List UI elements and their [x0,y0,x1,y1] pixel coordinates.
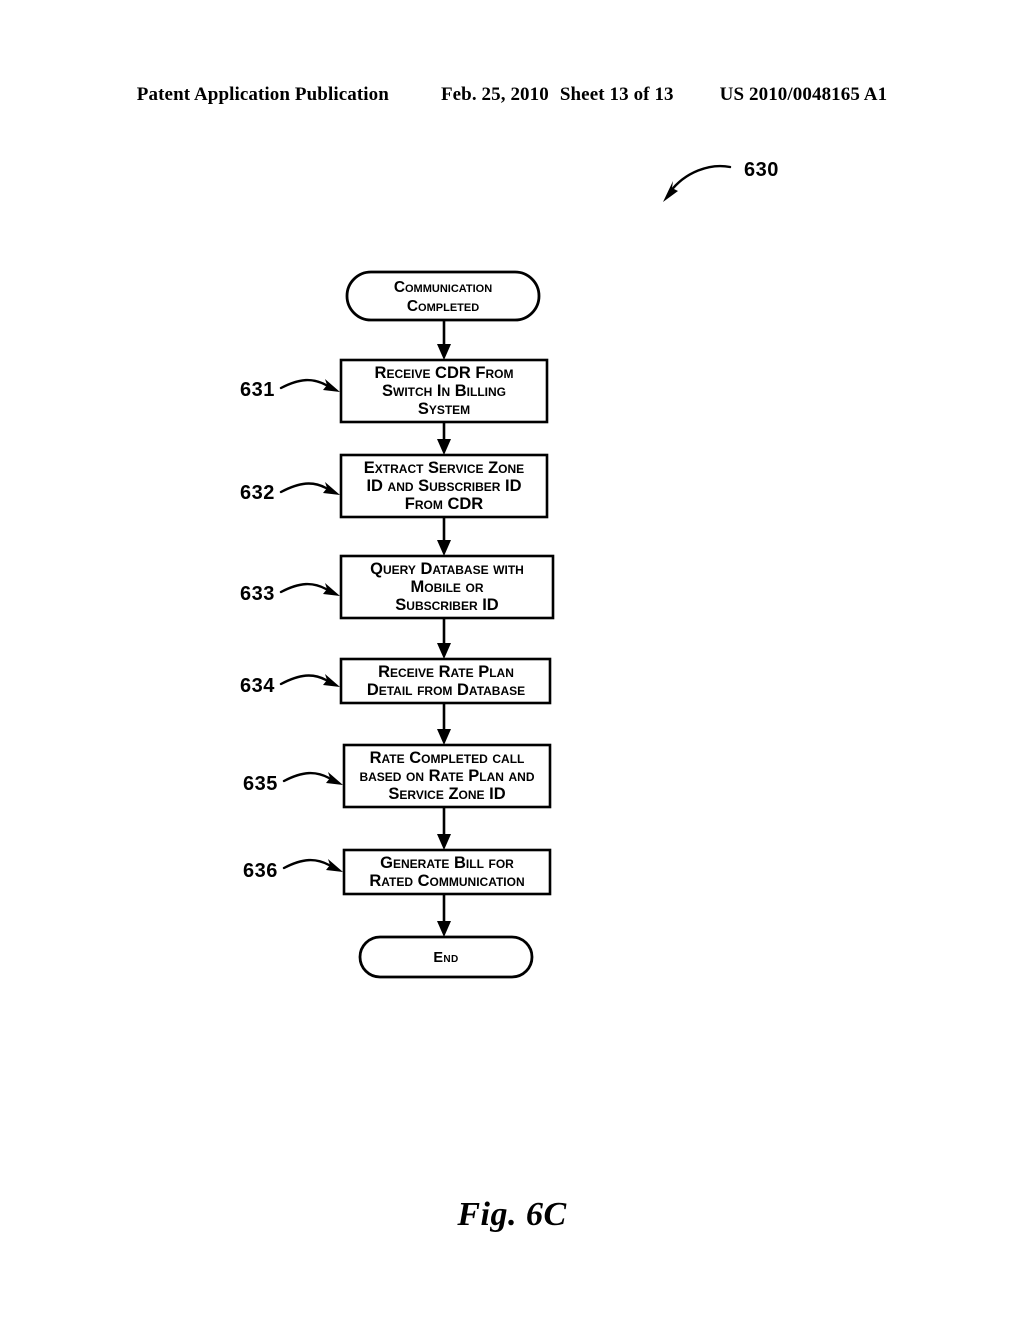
leader-633 [279,582,340,596]
node-633-line-1: Query Database with [370,560,524,578]
node-step-635: Rate Completed call based on Rate Plan a… [342,743,552,809]
node-step-631: Receive CDR From Switch In Billing Syste… [339,358,549,424]
node-636-line-1: Generate Bill for [380,854,514,872]
connector-635-to-636 [437,807,451,850]
node-631-line-1: Receive CDR From [375,364,514,382]
node-633-line-3: Subscriber ID [395,596,499,614]
node-631-line-2: Switch In Billing [382,382,506,400]
node-635-line-1: Rate Completed call [370,749,525,767]
node-step-632: Extract Service Zone ID and Subscriber I… [339,453,549,519]
node-632-line-3: From CDR [405,495,483,513]
connector-636-to-end [437,894,451,937]
ref-number-632: 632 [240,482,275,504]
connector-633-to-634 [437,618,451,659]
node-635-line-3: Service Zone ID [388,785,505,803]
node-631-line-3: System [418,400,470,418]
ref-number-631: 631 [240,379,275,401]
leader-635 [282,771,343,785]
node-step-633: Query Database with Mobile or Subscriber… [339,554,555,620]
leader-634 [279,674,340,687]
node-step-634: Receive Rate Plan Detail from Database [339,657,552,705]
leader-632 [279,482,340,495]
connector-start-to-631 [437,320,451,360]
connector-632-to-633 [437,517,451,556]
node-635-line-2: based on Rate Plan and [359,767,534,785]
ref-number-636: 636 [243,860,278,882]
node-632-line-2: ID and Subscriber ID [366,477,521,495]
connector-634-to-635 [437,703,451,745]
node-start-line-2: Completed [407,298,479,315]
node-634-line-2: Detail from Database [367,681,525,699]
diagram-label-630: 630 [744,159,779,181]
node-636-line-2: Rated Communication [369,872,524,890]
figure-caption: Fig. 6C [457,1196,567,1233]
ref-number-635: 635 [243,773,278,795]
node-start-line-1: Communication [394,279,492,296]
node-632-line-1: Extract Service Zone [364,459,524,477]
diagram-label-630-leader [663,164,732,202]
ref-number-634: 634 [240,675,275,697]
node-634-line-1: Receive Rate Plan [378,663,514,681]
figure-630-flowchart: 630 Communication Completed Receive CDR … [0,0,1024,1320]
leader-631 [279,378,340,392]
ref-number-633: 633 [240,583,275,605]
node-end: End [358,935,534,979]
connector-631-to-632 [437,422,451,455]
leader-636 [282,858,343,872]
node-start-communication-completed: Communication Completed [345,270,541,322]
node-633-line-2: Mobile or [411,578,484,596]
node-end-label: End [433,950,458,966]
node-step-636: Generate Bill for Rated Communication [342,848,552,896]
